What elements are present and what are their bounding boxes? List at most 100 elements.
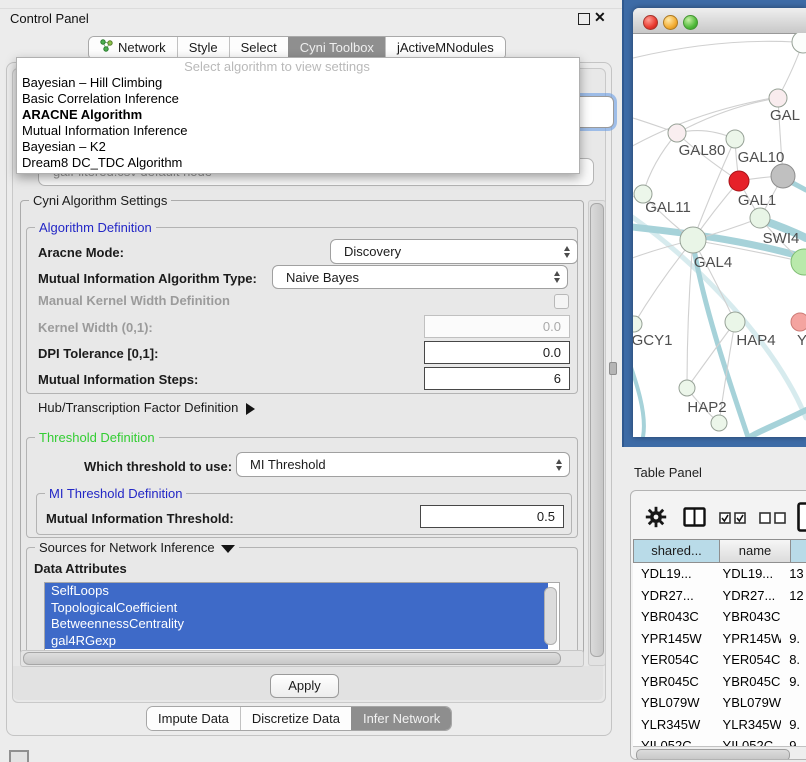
close-icon[interactable]: ✕ bbox=[594, 9, 606, 26]
algorithm-option-bayesian-hill-climbing[interactable]: Bayesian – Hill Climbing bbox=[22, 75, 162, 91]
hub-expander[interactable]: Hub/Transcription Factor Definition bbox=[38, 400, 255, 415]
zoom-traffic-light-icon[interactable] bbox=[683, 15, 698, 30]
node-gcy1[interactable] bbox=[633, 316, 642, 332]
apply-button[interactable]: Apply bbox=[270, 674, 339, 698]
tab-impute-data[interactable]: Impute Data bbox=[147, 707, 240, 730]
table-row[interactable]: YDR27...YDR27...12 bbox=[633, 585, 806, 607]
network-graph-canvas[interactable]: GALGAL80GAL10GAL1GAL11SWI4GAL4GCY1HAP4YH… bbox=[633, 33, 806, 437]
node-red[interactable] bbox=[729, 171, 749, 191]
settings-horizontal-scrollbar[interactable] bbox=[20, 650, 584, 667]
tab-jactivemnodules[interactable]: jActiveMNodules bbox=[385, 37, 505, 59]
node-gray[interactable] bbox=[771, 164, 795, 188]
network-edge-thick[interactable] bbox=[750, 410, 806, 437]
table-row[interactable]: YPR145WYPR145W9. bbox=[633, 628, 806, 650]
data-attributes-label: Data Attributes bbox=[34, 561, 127, 576]
network-edge-thick[interactable] bbox=[633, 342, 644, 437]
node-bottom-partial[interactable] bbox=[711, 415, 727, 431]
tab-style[interactable]: Style bbox=[177, 37, 229, 59]
table-cell: YER054C bbox=[715, 649, 782, 671]
close-traffic-light-icon[interactable] bbox=[643, 15, 658, 30]
split-pane-grip[interactable] bbox=[609, 362, 617, 375]
node-label-gal: GAL bbox=[770, 107, 800, 124]
float-window-icon[interactable] bbox=[578, 13, 590, 25]
network-edge[interactable] bbox=[677, 98, 778, 133]
table-row[interactable]: YBR045CYBR045C9. bbox=[633, 671, 806, 693]
table-header-row[interactable]: shared...nameA bbox=[633, 539, 806, 563]
node-salmon[interactable] bbox=[791, 313, 806, 331]
attribute-item-selfloops[interactable]: SelfLoops bbox=[45, 583, 548, 600]
mi-type-combobox[interactable]: Naive Bayes bbox=[272, 265, 568, 289]
tab-cyni-toolbox[interactable]: Cyni Toolbox bbox=[288, 37, 385, 59]
which-threshold-combobox[interactable]: MI Threshold bbox=[236, 452, 570, 477]
node-gal10[interactable] bbox=[726, 130, 744, 148]
table-row[interactable]: YBR043CYBR043C bbox=[633, 606, 806, 628]
table-row[interactable]: YDL19...YDL19...13 bbox=[633, 563, 806, 585]
attribute-item-gal4rgexp[interactable]: gal4RGexp bbox=[45, 633, 548, 650]
select-all-checkboxes-icon[interactable] bbox=[719, 512, 747, 527]
expander-down-icon bbox=[221, 545, 235, 553]
tab-impute-data-label: Impute Data bbox=[158, 711, 229, 726]
unselect-all-checkboxes-icon[interactable] bbox=[759, 512, 787, 527]
attribute-item-topologicalcoefficient[interactable]: TopologicalCoefficient bbox=[45, 600, 548, 617]
node-hap4[interactable] bbox=[725, 312, 745, 332]
attribute-item-betweennesscentrality[interactable]: BetweennessCentrality bbox=[45, 616, 548, 633]
horizontal-scrollbar-thumb[interactable] bbox=[23, 652, 561, 665]
table-rows[interactable]: YDL19...YDL19...13YDR27...YDR27...12YBR0… bbox=[633, 563, 806, 746]
settings-vertical-scrollbar[interactable] bbox=[588, 200, 606, 666]
aracne-mode-combobox[interactable]: Discovery bbox=[330, 239, 578, 264]
document-icon[interactable] bbox=[797, 502, 806, 535]
table-cell: YLR345W bbox=[633, 714, 715, 736]
network-edge[interactable] bbox=[634, 240, 693, 324]
data-attributes-list[interactable]: SelfLoopsTopologicalCoefficientBetweenne… bbox=[44, 582, 560, 652]
tab-network[interactable]: Network bbox=[89, 37, 177, 59]
network-edge[interactable] bbox=[633, 41, 795, 58]
table-cell: YDR27... bbox=[715, 585, 782, 607]
minimized-panel-icon[interactable] bbox=[9, 750, 29, 762]
algorithm-option-basic-correlation-inference[interactable]: Basic Correlation Inference bbox=[22, 91, 179, 107]
column-header-name[interactable]: name bbox=[720, 539, 791, 563]
algorithm-definition-title: Algorithm Definition bbox=[35, 220, 156, 235]
minimize-traffic-light-icon[interactable] bbox=[663, 15, 678, 30]
node-gal-partial[interactable] bbox=[769, 89, 787, 107]
tab-infer-network[interactable]: Infer Network bbox=[351, 707, 451, 730]
column-header-a[interactable]: A bbox=[791, 539, 806, 563]
mi-steps-label: Mutual Information Steps: bbox=[38, 372, 198, 387]
tab-select[interactable]: Select bbox=[229, 37, 288, 59]
algorithm-option-dream8-dc-tdc-algorithm[interactable]: Dream8 DC_TDC Algorithm bbox=[22, 155, 182, 171]
gear-icon[interactable] bbox=[645, 506, 667, 531]
table-cell: YPR145W bbox=[715, 628, 782, 650]
tab-discretize-data[interactable]: Discretize Data bbox=[240, 707, 351, 730]
table-row[interactable]: YLR345WYLR345W9. bbox=[633, 714, 806, 736]
network-window-titlebar[interactable] bbox=[633, 8, 806, 34]
vertical-scrollbar-thumb[interactable] bbox=[590, 203, 604, 657]
attributes-list-scrollbar[interactable] bbox=[544, 587, 557, 645]
node-swi4[interactable] bbox=[750, 208, 770, 228]
kernel-width-field[interactable]: 0.0 bbox=[424, 315, 570, 338]
table-row[interactable]: YER054CYER054C8. bbox=[633, 649, 806, 671]
node-gal80[interactable] bbox=[668, 124, 686, 142]
table-cell: YLR345W bbox=[715, 714, 782, 736]
network-icon bbox=[100, 37, 113, 59]
mi-steps-value: 6 bbox=[554, 371, 561, 386]
algorithm-option-mutual-information-inference[interactable]: Mutual Information Inference bbox=[22, 123, 187, 139]
cyni-mode-tab-bar: Impute Data Discretize DataInfer Network bbox=[146, 706, 452, 731]
mi-type-label: Mutual Information Algorithm Type: bbox=[38, 271, 257, 286]
manual-kernel-checkbox[interactable] bbox=[554, 294, 569, 309]
show-columns-icon[interactable] bbox=[683, 507, 706, 530]
algorithm-option-bayesian-k2[interactable]: Bayesian – K2 bbox=[22, 139, 106, 155]
node-hap2[interactable] bbox=[679, 380, 695, 396]
node-gal4[interactable] bbox=[680, 227, 706, 253]
table-horizontal-scrollbar[interactable] bbox=[633, 746, 806, 760]
node-top-partial[interactable] bbox=[792, 33, 806, 53]
table-row[interactable]: YBL079WYBL079W bbox=[633, 692, 806, 714]
dpi-tolerance-field[interactable]: 0.0 bbox=[424, 341, 570, 364]
sources-group-title[interactable]: Sources for Network Inference bbox=[35, 540, 239, 555]
table-scrollbar-thumb[interactable] bbox=[636, 749, 790, 761]
mi-steps-field[interactable]: 6 bbox=[424, 367, 570, 390]
column-header-shared[interactable]: shared... bbox=[633, 539, 720, 563]
network-edge[interactable] bbox=[643, 133, 677, 194]
mi-threshold-field[interactable]: 0.5 bbox=[420, 505, 564, 528]
algorithm-option-aracne-algorithm[interactable]: ARACNE Algorithm bbox=[22, 107, 142, 123]
table-panel-body: shared...nameA YDL19...YDL19...13YDR27..… bbox=[630, 490, 806, 760]
table-row[interactable]: YIL052CYIL052C9 bbox=[633, 735, 806, 746]
